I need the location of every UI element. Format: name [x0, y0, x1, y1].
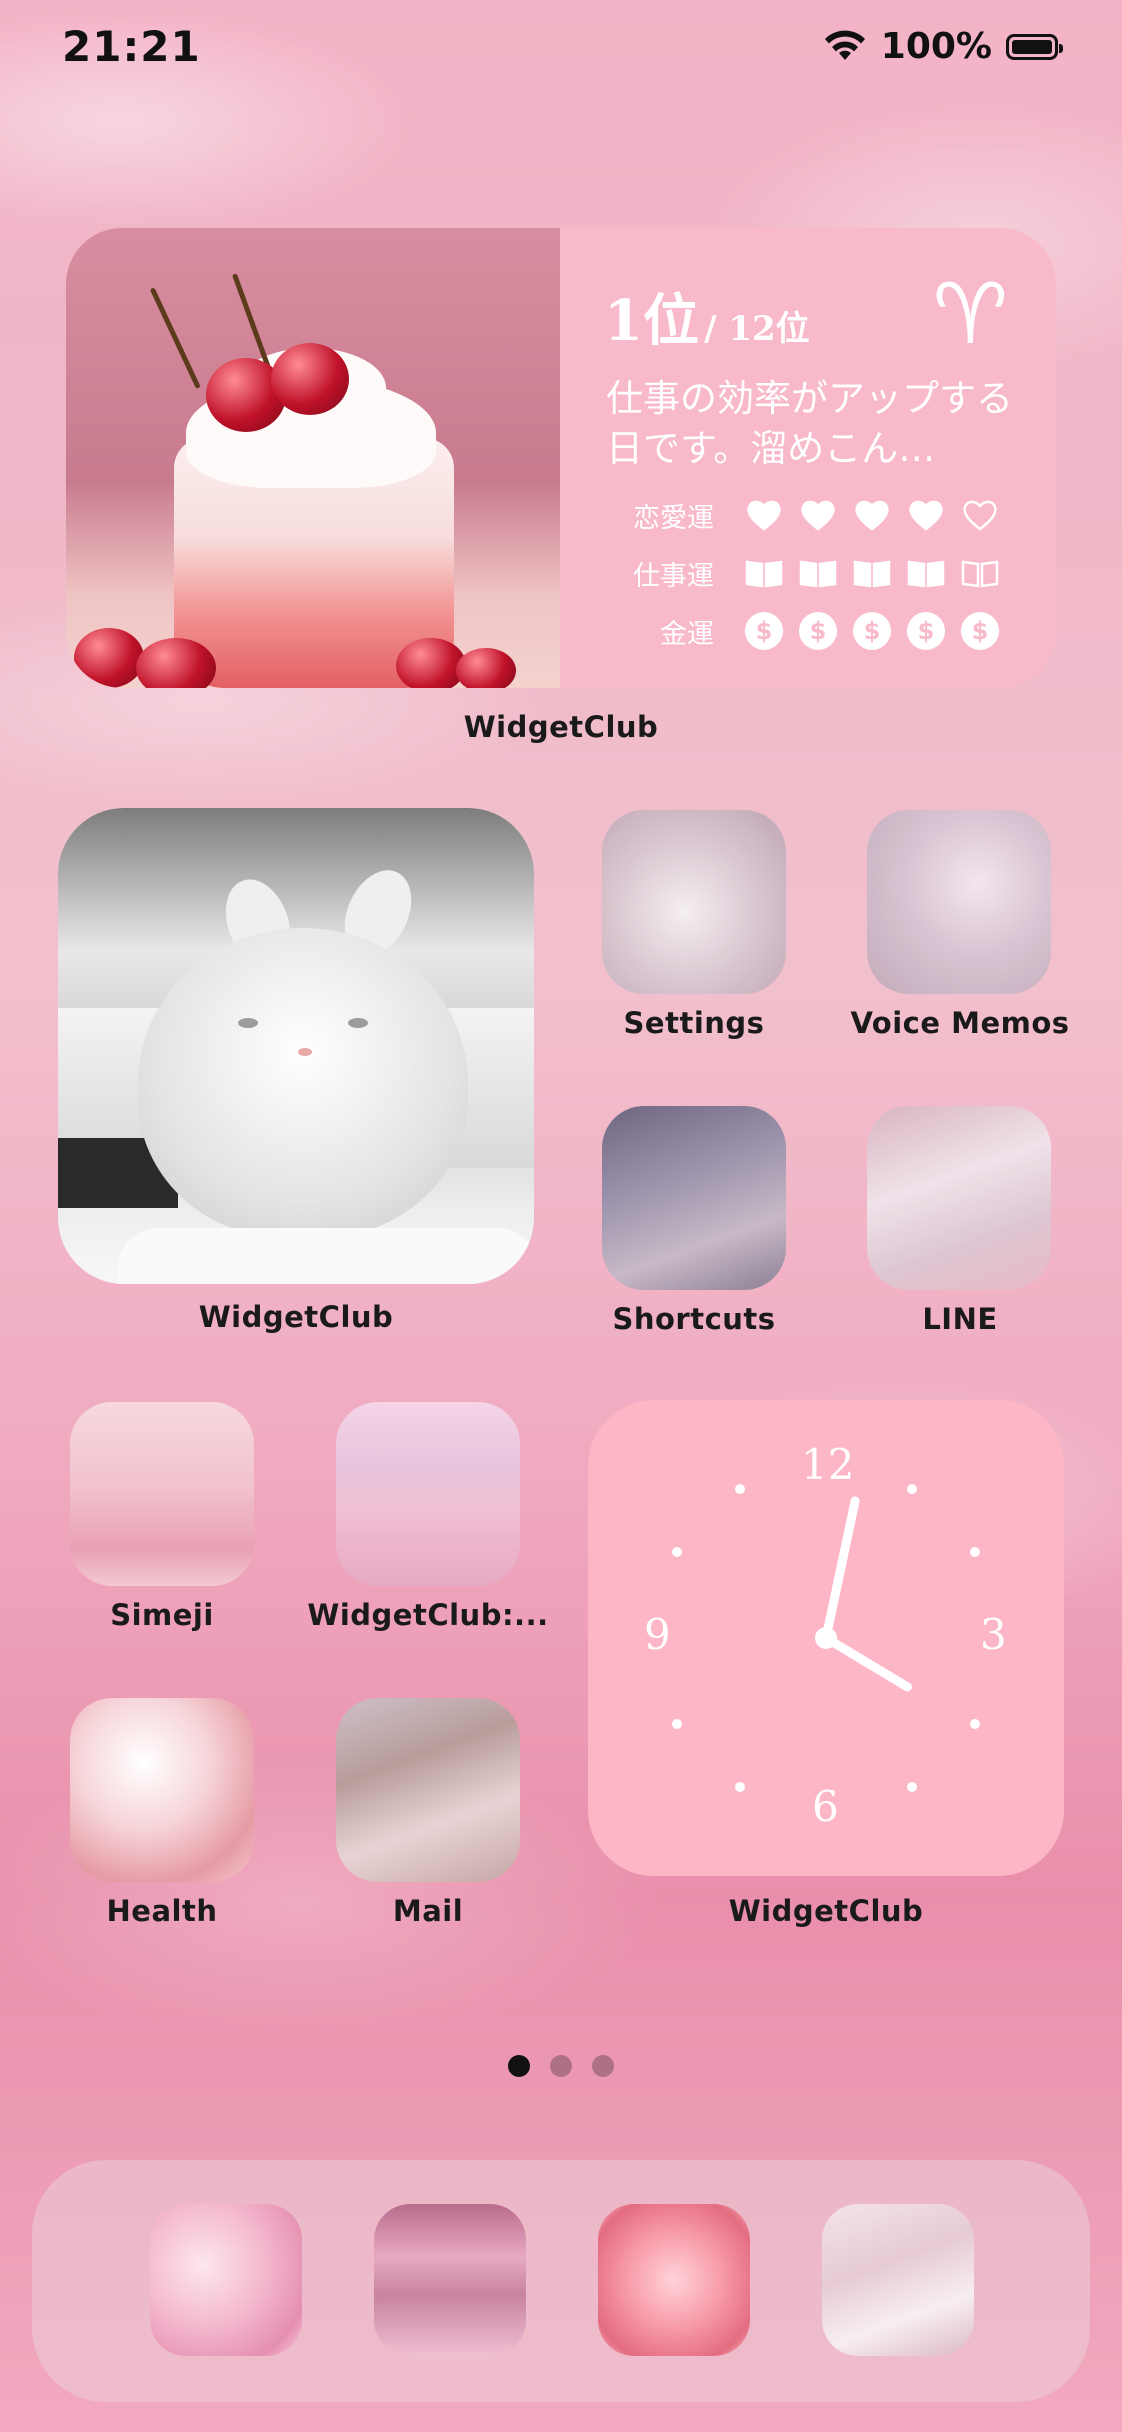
dock-app-shelf[interactable]	[374, 2204, 526, 2356]
coin-icon: $	[744, 611, 784, 651]
dock-app-table[interactable]	[822, 2204, 974, 2356]
book-icon	[852, 553, 892, 593]
bunny-photo-widget[interactable]	[58, 808, 534, 1284]
page-indicator[interactable]	[0, 2055, 1122, 2077]
clock-center	[815, 1627, 837, 1649]
fortune-row: 金運 $ $ $ $ $	[614, 602, 1000, 660]
app-widgetclub[interactable]	[336, 1402, 520, 1586]
heart-icon	[798, 495, 838, 535]
clock-hour-dot	[969, 1719, 980, 1729]
clock-hour-dot	[735, 1781, 745, 1792]
clock-number-9: 9	[644, 1610, 671, 1659]
clock-hour-dot	[907, 1484, 917, 1495]
app-settings-label: Settings	[623, 1006, 765, 1040]
coin-icon: $	[906, 611, 946, 651]
dock-app-roses[interactable]	[598, 2204, 750, 2356]
horoscope-widget[interactable]: 1位 / 12位 ♈ 仕事の効率がアップする日です。溜めこん… 恋愛運仕事運金運…	[66, 228, 1056, 688]
clock-hour-dot	[969, 1547, 980, 1557]
horoscope-widget-label: WidgetClub	[463, 710, 659, 744]
battery-icon	[1006, 33, 1063, 60]
clock-hour-dot	[672, 1719, 683, 1729]
app-line[interactable]	[867, 1106, 1051, 1290]
app-voice-memos-label: Voice Memos	[850, 1006, 1070, 1040]
coin-icon: $	[852, 611, 892, 651]
heart-icon	[906, 495, 946, 535]
clock-hour-hand	[821, 1633, 912, 1692]
cherry-dessert-photo	[66, 228, 560, 688]
fortune-row-label: 恋愛運	[633, 502, 714, 534]
fortune-row: 恋愛運	[614, 486, 1000, 544]
heart-icon	[960, 495, 1000, 535]
dock	[32, 2160, 1090, 2402]
coin-icon: $	[798, 611, 838, 651]
app-simeji[interactable]	[70, 1402, 254, 1586]
status-time: 21:21	[62, 22, 201, 71]
clock-minute-hand	[821, 1496, 860, 1643]
app-shortcuts-label: Shortcuts	[612, 1302, 776, 1336]
horoscope-info: 1位 / 12位 ♈ 仕事の効率がアップする日です。溜めこん… 恋愛運仕事運金運…	[560, 228, 1056, 688]
app-line-label: LINE	[922, 1302, 998, 1336]
page-dot[interactable]	[592, 2055, 614, 2077]
wifi-icon	[824, 30, 865, 60]
bunny-widget-label: WidgetClub	[198, 1300, 394, 1334]
fortune-rows: 恋愛運仕事運金運 $ $ $ $ $	[614, 486, 1000, 660]
heart-icon	[744, 495, 784, 535]
clock-number-3: 3	[980, 1610, 1007, 1659]
analog-clock-widget[interactable]: 12 3 6 9	[588, 1400, 1064, 1876]
book-icon	[798, 553, 838, 593]
page-dot[interactable]	[508, 2055, 530, 2077]
battery-fill	[1012, 39, 1052, 54]
heart-icon	[852, 495, 892, 535]
app-shortcuts[interactable]	[602, 1106, 786, 1290]
clock-widget-label: WidgetClub	[728, 1894, 924, 1928]
fortune-row: 仕事運	[614, 544, 1000, 602]
fortune-row-label: 金運	[660, 618, 714, 650]
app-mail[interactable]	[336, 1698, 520, 1882]
horoscope-rank: 1位 / 12位	[604, 276, 810, 357]
app-voice-memos[interactable]	[867, 810, 1051, 994]
status-bar: 21:21 100%	[0, 0, 1122, 100]
battery-percent: 100%	[880, 26, 992, 67]
book-icon	[906, 553, 946, 593]
fortune-row-label: 仕事運	[633, 560, 714, 592]
dock-app-hearts[interactable]	[150, 2204, 302, 2356]
app-mail-label: Mail	[392, 1894, 464, 1928]
app-health[interactable]	[70, 1698, 254, 1882]
rank-total: / 12位	[704, 309, 810, 349]
clock-hour-dot	[907, 1781, 917, 1792]
clock-hour-dot	[735, 1484, 745, 1495]
coin-icon: $	[960, 611, 1000, 651]
horoscope-message: 仕事の効率がアップする日です。溜めこん…	[606, 377, 1013, 470]
page-dot[interactable]	[550, 2055, 572, 2077]
status-right: 100%	[823, 26, 1063, 67]
aries-icon: ♈	[932, 265, 1008, 363]
book-icon	[960, 553, 1000, 593]
rank-value: 1位	[604, 288, 699, 354]
app-widgetclub-label: WidgetClub:...	[307, 1598, 549, 1632]
app-simeji-label: Simeji	[110, 1598, 214, 1632]
app-health-label: Health	[106, 1894, 218, 1928]
book-icon	[744, 553, 784, 593]
app-settings[interactable]	[602, 810, 786, 994]
clock-number-12: 12	[801, 1440, 855, 1489]
clock-number-6: 6	[812, 1782, 839, 1831]
clock-hour-dot	[672, 1547, 683, 1557]
